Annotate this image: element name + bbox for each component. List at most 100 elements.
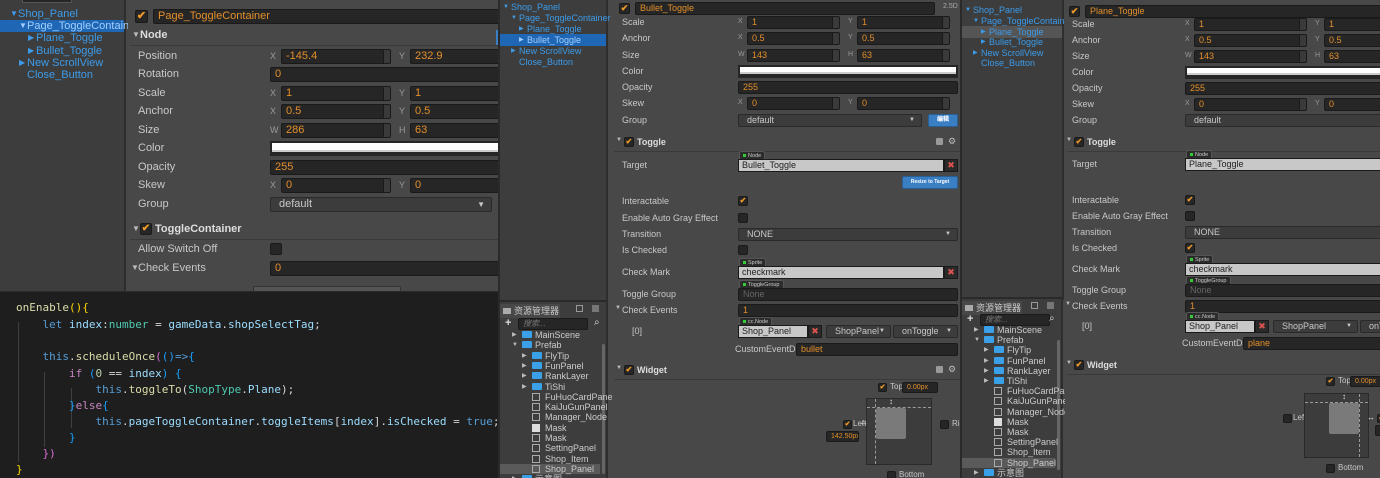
widget-alignment-diagram[interactable]: ↕ [866,397,932,465]
widget-alignment-diagram[interactable]: ↕ [1304,392,1369,458]
color-picker[interactable] [738,64,958,78]
section-collapse-arrow-icon[interactable]: ▼ [132,30,140,39]
number-stepper[interactable] [383,123,390,137]
target-reference-field[interactable]: Plane_Toggle [1185,157,1380,171]
anchor-x-input[interactable]: 0.5 [1194,33,1307,47]
hierarchy-search-input[interactable] [22,0,72,3]
custom-event-data-input[interactable]: bullet [796,342,958,356]
maximize-icon[interactable] [1031,302,1038,309]
clear-reference-button[interactable]: ✖ [944,265,958,279]
asset-item-manager-node[interactable]: Manager_Node [962,407,1069,417]
scale-y-input[interactable]: 1 [1324,17,1380,31]
asset-item-tishi[interactable]: ▶ TiShi [500,382,600,392]
tree-collapsed-arrow-icon[interactable]: ▶ [28,45,34,57]
custom-event-data-input[interactable]: plane [1243,336,1380,350]
tree-collapsed-arrow-icon[interactable]: ▶ [974,325,979,335]
size-h-input[interactable]: 63 [410,122,500,138]
widget-right-checkbox[interactable] [940,419,949,429]
hierarchy-item-shop-panel[interactable]: ▼ Shop_Panel [0,8,124,20]
is-checked-checkbox[interactable]: ✔ [1185,243,1195,253]
widget-top-checkbox[interactable]: ✔ [878,382,887,392]
section-collapse-arrow-icon[interactable]: ▼ [132,224,140,233]
component-help-icon[interactable] [936,366,943,373]
number-stepper[interactable] [1299,50,1306,62]
color-picker[interactable] [270,140,500,156]
number-stepper[interactable] [383,104,390,118]
add-asset-button[interactable]: + [967,313,973,325]
skew-y-input[interactable]: 0 [1324,97,1380,111]
scale-y-input[interactable]: 1 [410,85,500,101]
widget-bottom-checkbox[interactable] [887,470,896,478]
allow-switch-off-checkbox[interactable] [270,243,282,255]
widget-left-value-input[interactable]: 142.50px [826,431,859,442]
asset-item-settingpanel[interactable]: SettingPanel [962,437,1058,447]
tree-collapsed-arrow-icon[interactable]: ▶ [522,361,527,371]
node-name-input[interactable]: Plane_Toggle [1085,4,1380,18]
tree-collapsed-arrow-icon[interactable]: ▶ [19,57,25,69]
tree-collapsed-arrow-icon[interactable]: ▶ [984,356,989,366]
expand-arrow-icon[interactable]: ▼ [1065,301,1071,307]
color-picker[interactable] [1185,65,1380,79]
anchor-y-input[interactable]: 0.5 [857,31,950,45]
asset-item-kaijugunpanel[interactable]: KaiJuGunPanel [962,396,1070,406]
asset-search-input[interactable]: 搜索... [518,318,588,330]
section-collapse-arrow-icon[interactable]: ▼ [1066,137,1072,143]
interactable-checkbox[interactable]: ✔ [738,196,748,206]
panel-menu-icon[interactable] [592,305,599,312]
size-w-input[interactable]: 143 [747,48,840,62]
number-stepper[interactable] [383,178,390,192]
component-enabled-checkbox[interactable]: ✔ [1074,137,1084,147]
number-stepper[interactable] [1299,18,1306,30]
asset-item-manager-node[interactable]: Manager_Node [500,412,607,422]
size-w-input[interactable]: 286 [281,122,391,138]
scale-x-input[interactable]: 1 [747,15,840,29]
hierarchy-item-bullet-toggle[interactable]: ▶ Bullet_Toggle [0,45,124,57]
search-icon[interactable]: ⌕ [1049,313,1055,324]
opacity-input[interactable]: 255 [270,159,500,175]
asset-item-shop-panel[interactable]: Shop_Panel [962,457,1056,468]
search-icon[interactable]: ⌕ [594,317,600,328]
skew-y-input[interactable]: 0 [410,177,500,193]
asset-item-flytip[interactable]: ▶ FlyTip [500,351,600,361]
asset-item-kaijugunpanel[interactable]: KaiJuGunPanel [500,402,608,412]
0-reference-field[interactable]: Shop_Panel [1185,319,1255,333]
number-stepper[interactable] [942,32,949,44]
add-asset-button[interactable]: + [505,317,511,329]
assets-tab[interactable]: 资源管理器 [500,304,560,318]
asset-item-mask[interactable]: Mask [500,433,600,443]
expand-arrow-icon[interactable]: ▼ [615,305,621,311]
number-stepper[interactable] [1299,34,1306,46]
asset-item-mask[interactable]: Mask [962,417,1055,427]
size-h-input[interactable]: 63 [857,48,950,62]
skew-x-input[interactable]: 0 [747,96,840,110]
asset-item-prefab[interactable]: ▼ Prefab [500,340,600,350]
widget-bottom-checkbox[interactable] [1326,463,1335,473]
handler-dropdown[interactable]: onToggle▼ [1360,319,1380,333]
component-enabled-checkbox[interactable]: ✔ [1074,360,1084,370]
number-stepper[interactable] [942,97,949,109]
component-settings-gear-icon[interactable]: ⚙ [948,364,956,375]
tree-collapsed-arrow-icon[interactable]: ▶ [522,382,527,392]
skew-x-input[interactable]: 0 [281,177,391,193]
number-stepper[interactable] [942,49,949,61]
asset-item-flytip[interactable]: ▶ FlyTip [962,345,1055,355]
asset-item-shop-item[interactable]: Shop_Item [962,447,1055,457]
section-header-toggle[interactable] [614,135,960,152]
anchor-x-input[interactable]: 0.5 [281,103,391,119]
asset-item-fuhuocardpanel[interactable]: FuHuoCardPanel [962,386,1077,396]
clear-reference-button[interactable]: ✖ [1255,319,1269,333]
number-stepper[interactable] [942,16,949,28]
tree-expanded-arrow-icon[interactable]: ▼ [10,8,18,20]
resize-to-target-button[interactable]: Resize to Target [902,175,958,189]
check-mark-reference-field[interactable]: checkmark [738,265,944,279]
asset-item-mainscene[interactable]: ▶ MainScene [962,325,1055,335]
node-name-input[interactable]: Page_ToggleContainer [153,8,500,24]
widget-top-value-input[interactable]: 0.00px [902,382,938,393]
number-stepper[interactable] [832,49,839,61]
section-header-node[interactable] [130,26,500,46]
anchor-y-input[interactable]: 0.5 [410,103,500,119]
number-stepper[interactable] [832,97,839,109]
asset-item-fuhuocardpanel[interactable]: FuHuoCardPanel [500,392,615,402]
handler-dropdown[interactable]: onToggle▼ [893,324,958,338]
group-dropdown[interactable]: default▼ [1185,113,1380,127]
